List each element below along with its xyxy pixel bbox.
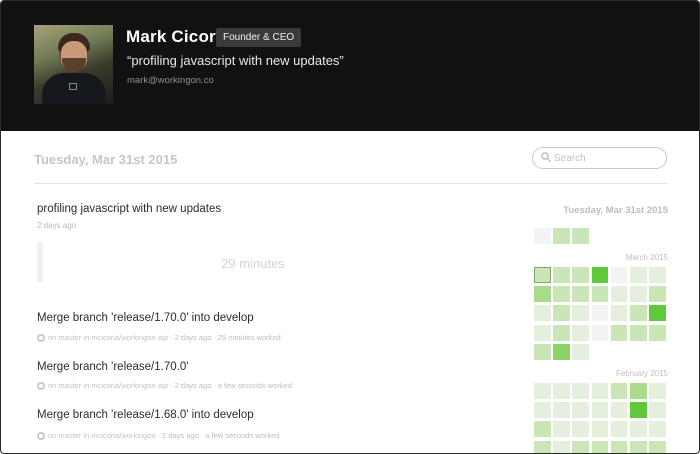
commit-meta: on master in mcicoria/workingon-api · 2 …	[37, 381, 292, 390]
commit-worked: a few seconds worked	[205, 431, 280, 440]
calendar-day-cell[interactable]	[553, 324, 570, 341]
github-icon	[37, 381, 45, 390]
calendar-day-cell[interactable]	[572, 324, 589, 341]
header-divider	[34, 183, 667, 184]
role-badge: Founder & CEO	[216, 28, 302, 47]
commit-title[interactable]: Merge branch 'release/1.70.0'	[37, 361, 188, 373]
commit-worked: 29 minutes worked	[217, 333, 281, 342]
calendar-day-cell[interactable]	[553, 440, 570, 453]
calendar-day-cell[interactable]	[591, 440, 609, 453]
calendar-day-cell[interactable]	[534, 440, 551, 453]
calendar-day-cell[interactable]	[534, 305, 551, 322]
calendar-day-cell[interactable]	[649, 305, 666, 322]
calendar-day-cell[interactable]	[553, 383, 570, 399]
calendar-day-cell[interactable]	[610, 421, 628, 438]
calendar-day-cell[interactable]	[534, 324, 551, 341]
commit-time: 2 days ago	[174, 381, 212, 390]
calendar-day-cell[interactable]	[553, 228, 570, 244]
search-box[interactable]	[532, 147, 667, 169]
calendar-day-cell[interactable]	[610, 267, 628, 283]
calendar-day-cell[interactable]	[591, 324, 609, 341]
calendar-day-cell[interactable]	[591, 305, 609, 322]
calendar-day-cell[interactable]	[630, 383, 647, 399]
profile-status: “profiling javascript with new updates”	[127, 53, 344, 68]
calendar-day-cell[interactable]	[630, 324, 647, 341]
profile-email[interactable]: mark@workingon.co	[127, 75, 214, 86]
calendar-day-cell[interactable]	[553, 305, 570, 322]
calendar-day-cell[interactable]	[572, 267, 589, 283]
calendar-day-cell[interactable]	[553, 286, 570, 303]
calendar-day-cell[interactable]	[572, 343, 589, 360]
calendar-day-cell[interactable]	[534, 286, 551, 303]
calendar-day-cell[interactable]	[610, 324, 628, 341]
calendar-day-cell[interactable]	[572, 421, 589, 438]
calendar-day-cell[interactable]	[610, 383, 628, 399]
avatar[interactable]	[34, 25, 113, 104]
commit-worked: a few seconds worked	[217, 381, 292, 390]
commit-title[interactable]: Merge branch 'release/1.68.0' into devel…	[37, 409, 254, 421]
current-activity-title[interactable]: profiling javascript with new updates	[37, 203, 221, 215]
calendar-day-cell[interactable]	[591, 383, 609, 399]
github-icon	[37, 333, 45, 342]
commit-meta: on master in mcicoria/workingon · 2 days…	[37, 431, 279, 440]
current-activity-duration: 29 minutes	[221, 256, 285, 271]
search-icon	[541, 152, 551, 162]
commit-meta: on master in mcicoria/workingon-api · 2 …	[37, 333, 281, 342]
calendar-day-cell[interactable]	[649, 324, 666, 341]
calendar-day-cell[interactable]	[534, 402, 551, 419]
calendar-day-cell[interactable]	[553, 421, 570, 438]
calendar-day-cell[interactable]	[649, 440, 666, 453]
duration-bar	[37, 242, 43, 282]
calendar-day-cell[interactable]	[630, 286, 647, 303]
calendar-day-cell[interactable]	[630, 440, 647, 453]
calendar-day-cell[interactable]	[610, 305, 628, 322]
calendar-day-cell[interactable]	[553, 402, 570, 419]
calendar-day-cell[interactable]	[572, 383, 589, 399]
profile-header: Mark Cicoria Founder & CEO “profiling ja…	[1, 1, 699, 131]
app-window: Mark Cicoria Founder & CEO “profiling ja…	[0, 0, 700, 454]
calendar-day-cell[interactable]	[534, 343, 551, 360]
calendar-day-cell[interactable]	[534, 383, 551, 399]
calendar-day-cell[interactable]	[534, 228, 551, 244]
calendar-day-cell[interactable]	[630, 421, 647, 438]
current-activity-time: 2 days ago	[37, 221, 77, 230]
commit-branch-repo[interactable]: on master in mcicoria/workingon	[48, 431, 156, 440]
calendar-day-cell[interactable]	[591, 421, 609, 438]
calendar-day-cell[interactable]	[610, 402, 628, 419]
month-label-february: February 2015	[615, 369, 668, 378]
calendar-day-cell[interactable]	[630, 267, 647, 283]
calendar-day-cell[interactable]	[553, 343, 570, 360]
calendar-day-cell[interactable]	[630, 402, 647, 419]
month-label-march: March 2015	[625, 253, 668, 262]
calendar-day-cell[interactable]	[534, 421, 551, 438]
commit-branch-repo[interactable]: on master in mcicoria/workingon-api	[48, 333, 168, 342]
calendar-day-cell[interactable]	[553, 267, 570, 283]
calendar-day-cell[interactable]	[572, 228, 589, 244]
calendar-day-cell[interactable]	[572, 402, 589, 419]
sidebar-date: Tuesday, Mar 31st 2015	[563, 205, 668, 216]
commit-time: 2 days ago	[162, 431, 199, 440]
calendar-day-cell[interactable]	[591, 286, 609, 303]
calendar-day-cell[interactable]	[610, 286, 628, 303]
calendar-day-cell[interactable]	[591, 267, 609, 283]
commit-branch-repo[interactable]: on master in mcicoria/workingon-api	[48, 381, 168, 390]
calendar-day-cell[interactable]	[572, 286, 589, 303]
calendar-day-cell[interactable]	[649, 267, 666, 283]
calendar-day-cell[interactable]	[649, 402, 666, 419]
calendar-day-cell[interactable]	[649, 383, 666, 399]
calendar-day-cell[interactable]	[572, 305, 589, 322]
profile-name: Mark Cicoria	[126, 27, 231, 46]
calendar-day-cell[interactable]	[649, 421, 666, 438]
calendar-day-cell[interactable]	[534, 267, 551, 283]
calendar-day-cell[interactable]	[630, 305, 647, 322]
calendar-day-cell[interactable]	[649, 286, 666, 303]
search-input[interactable]	[554, 150, 662, 166]
github-icon	[37, 431, 45, 440]
calendar-day-cell[interactable]	[572, 440, 589, 453]
calendar-day-cell[interactable]	[610, 440, 628, 453]
calendar-day-cell[interactable]	[591, 402, 609, 419]
page-date-title: Tuesday, Mar 31st 2015	[34, 152, 178, 167]
commit-time: 2 days ago	[174, 333, 212, 342]
commit-title[interactable]: Merge branch 'release/1.70.0' into devel…	[37, 312, 254, 324]
